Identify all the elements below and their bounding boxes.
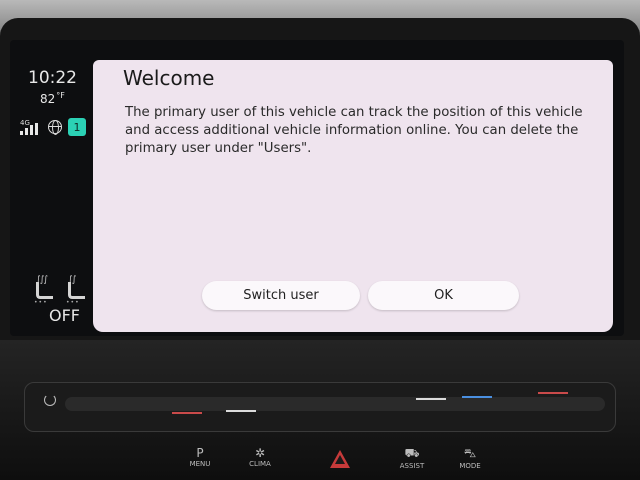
hazard-icon[interactable] <box>330 450 350 468</box>
menu-button[interactable]: P MENU <box>182 446 218 468</box>
clima-button[interactable]: ✲ CLIMA <box>242 446 278 468</box>
clima-label: CLIMA <box>249 460 271 468</box>
outside-temperature: 82°F <box>40 91 65 106</box>
mode-label: MODE <box>459 462 481 470</box>
user-badge[interactable]: 1 <box>68 118 86 136</box>
temperature-value: 82 <box>40 92 56 106</box>
seat-heating[interactable]: ∫∫∫ ••• ∫∫ ••• <box>34 275 88 306</box>
seat-ventilation-icon[interactable]: ∫∫ ••• <box>66 275 88 306</box>
menu-label: MENU <box>189 460 211 468</box>
car-assist-icon: ⛟ <box>404 446 420 460</box>
power-icon[interactable] <box>44 394 56 406</box>
mode-button[interactable]: ⛍ MODE <box>452 446 488 470</box>
temperature-unit: °F <box>56 91 65 100</box>
slider-indicator-blue <box>462 396 492 398</box>
slider-indicator-white-2 <box>416 398 446 400</box>
network-status: 4G 1 <box>20 118 86 136</box>
welcome-dialog: Welcome The primary user of this vehicle… <box>93 60 613 332</box>
dialog-title: Welcome <box>123 66 215 90</box>
temperature-slider[interactable] <box>65 397 605 411</box>
signal-strength-icon: 4G <box>20 119 42 135</box>
seat-heating-icon[interactable]: ∫∫∫ ••• <box>34 275 56 306</box>
clock: 10:22 <box>28 68 77 88</box>
assist-label: ASSIST <box>399 462 425 470</box>
switch-user-button[interactable]: Switch user <box>202 281 360 310</box>
slider-indicator-red <box>172 412 202 414</box>
status-column: 10:22 82°F 4G 1 ∫∫∫ ••• ∫∫ ••• <box>10 40 90 336</box>
car-mode-icon: ⛍ <box>463 446 477 460</box>
fan-icon: ✲ <box>254 446 266 460</box>
network-type: 4G <box>20 119 30 127</box>
slider-indicator-red-2 <box>538 392 568 394</box>
ok-button[interactable]: OK <box>368 281 519 310</box>
climate-slider-panel[interactable] <box>24 382 616 432</box>
park-icon: P <box>196 446 204 460</box>
seat-status: OFF <box>49 306 80 325</box>
globe-icon <box>48 120 62 135</box>
slider-indicator-white <box>226 410 256 412</box>
dialog-message: The primary user of this vehicle can tra… <box>125 105 583 156</box>
console-buttons: P MENU ✲ CLIMA ⛟ ASSIST ⛍ MODE <box>0 440 640 480</box>
assist-button[interactable]: ⛟ ASSIST <box>394 446 430 470</box>
